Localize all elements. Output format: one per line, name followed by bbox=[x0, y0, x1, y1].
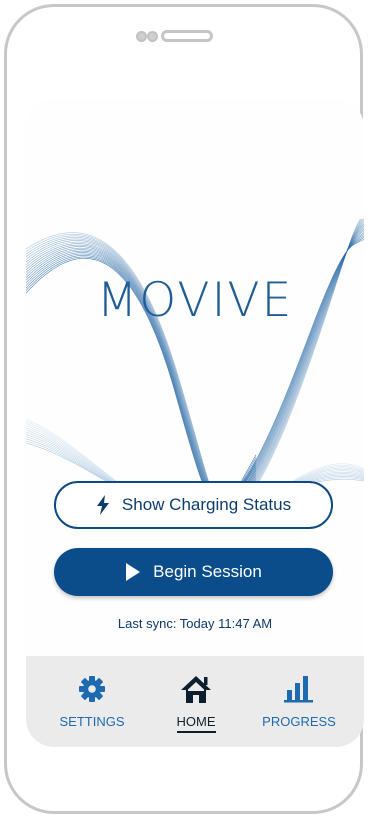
tab-home-label: HOME bbox=[176, 714, 216, 733]
show-charging-status-label: Show Charging Status bbox=[121, 495, 292, 514]
play-icon bbox=[125, 562, 141, 582]
begin-session-button[interactable]: Begin Session bbox=[54, 548, 333, 596]
lightning-bolt-icon bbox=[96, 495, 110, 515]
tab-progress-label: PROGRESS bbox=[262, 714, 336, 729]
last-sync-text: Last sync: Today 11:47 AM bbox=[117, 616, 273, 631]
camera-dot bbox=[136, 31, 147, 42]
app-screen: MOVIVE Show Charging Status Begin Sessio… bbox=[26, 99, 364, 747]
tab-home[interactable]: HOME bbox=[146, 656, 246, 747]
app-logo: MOVIVE bbox=[96, 273, 294, 328]
tab-progress[interactable]: PROGRESS bbox=[249, 656, 349, 747]
home-icon bbox=[180, 674, 212, 704]
phone-frame: MOVIVE Show Charging Status Begin Sessio… bbox=[4, 4, 364, 814]
tab-settings-label: SETTINGS bbox=[59, 714, 125, 729]
show-charging-status-button[interactable]: Show Charging Status bbox=[54, 481, 333, 529]
bar-chart-icon bbox=[283, 674, 315, 704]
begin-session-label: Begin Session bbox=[153, 562, 262, 581]
speaker-grille bbox=[161, 30, 213, 42]
sensor-dot bbox=[147, 31, 158, 42]
gear-icon bbox=[77, 674, 107, 704]
tab-settings[interactable]: SETTINGS bbox=[42, 656, 142, 747]
bottom-tab-bar: SETTINGS HOME PROGRESS bbox=[26, 656, 364, 747]
